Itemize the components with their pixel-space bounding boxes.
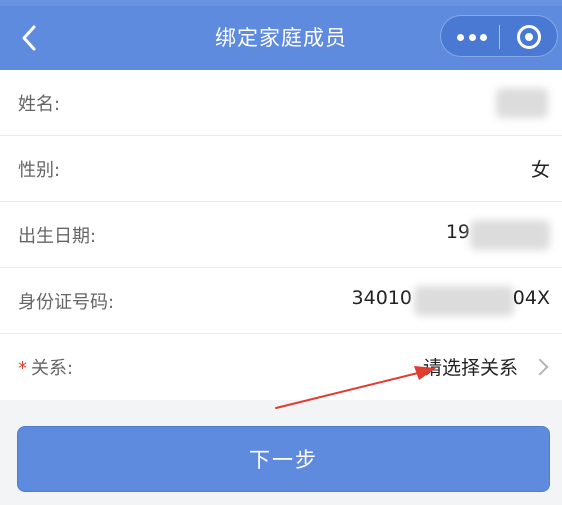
next-step-button[interactable]: 下一步 <box>17 426 550 492</box>
mini-program-capsule <box>440 15 558 57</box>
more-dots-icon[interactable] <box>457 28 487 46</box>
form-row-relationship[interactable]: * 关系: 请选择关系 <box>0 334 562 400</box>
form-row-name: 姓名: <box>0 70 562 136</box>
required-mark: * <box>18 358 27 379</box>
gender-label: 性别: <box>18 160 61 181</box>
form-row-gender: 性别: 女 <box>0 136 562 202</box>
id-number-value-end: 04X <box>512 287 550 309</box>
privacy-blur <box>414 286 514 316</box>
relationship-label: * 关系: <box>18 354 73 380</box>
member-form: 姓名: 性别: 女 出生日期: 19 身份证号码: 34010 04X * 关系:… <box>0 70 562 400</box>
status-bar-strip <box>0 0 562 6</box>
id-number-label: 身份证号码: <box>18 292 115 313</box>
name-label: 姓名: <box>18 94 61 115</box>
nav-bar: 绑定家庭成员 <box>0 0 562 70</box>
privacy-blur <box>496 88 548 118</box>
id-number-value-start: 34010 <box>351 287 412 309</box>
relationship-label-text: 关系: <box>31 358 74 379</box>
birthdate-value: 19 <box>445 221 470 243</box>
form-row-id-number: 身份证号码: 34010 04X <box>0 268 562 334</box>
capsule-divider <box>499 25 500 49</box>
birthdate-label: 出生日期: <box>18 226 97 247</box>
form-row-birthdate: 出生日期: 19 <box>0 202 562 268</box>
privacy-blur <box>470 220 550 250</box>
chevron-right-icon <box>531 358 549 376</box>
gender-value: 女 <box>530 159 550 181</box>
target-circle-icon[interactable] <box>517 25 541 49</box>
relationship-picker[interactable]: 请选择关系 <box>423 353 518 380</box>
